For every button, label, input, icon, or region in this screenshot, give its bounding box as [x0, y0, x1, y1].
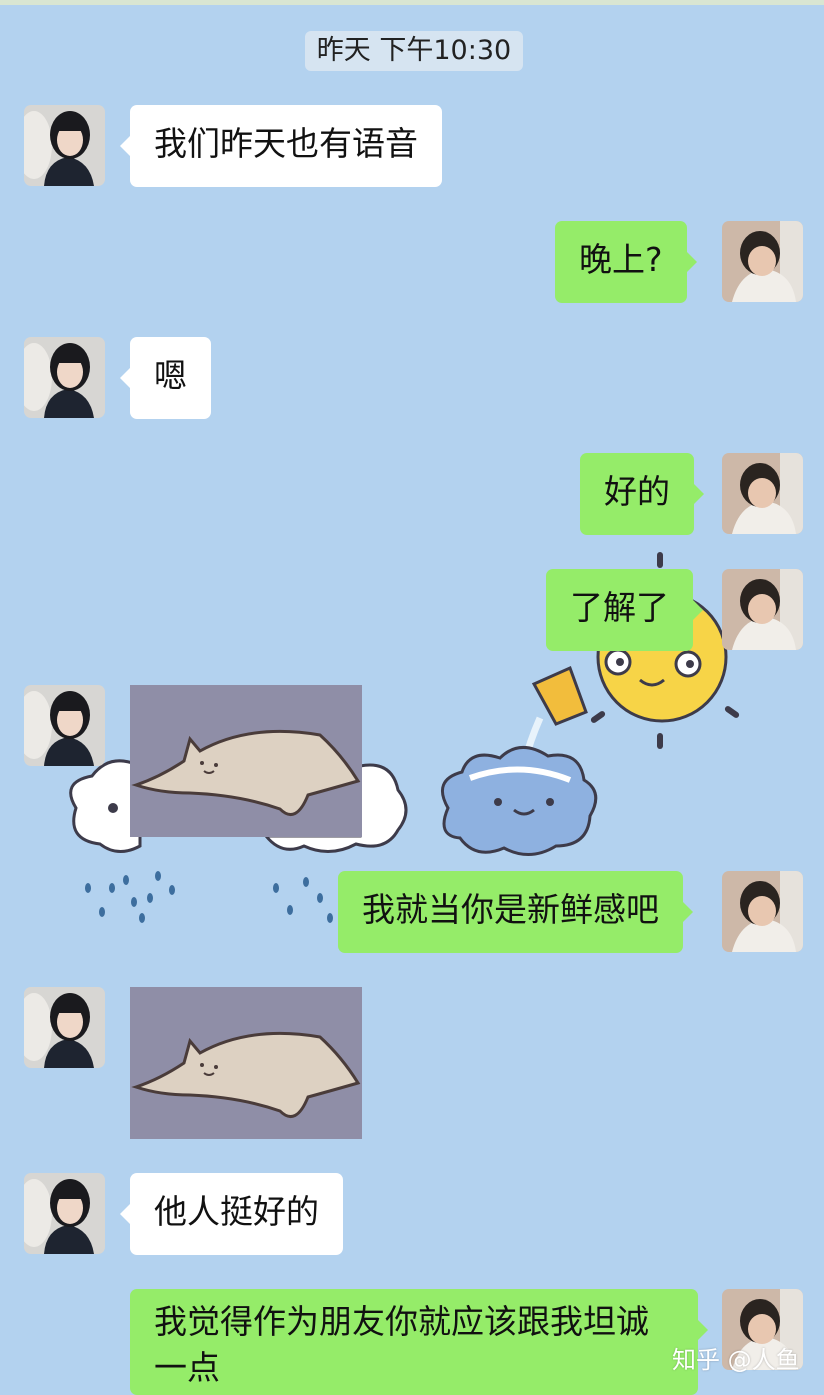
girl-avatar-icon: [24, 337, 105, 418]
message-bubble[interactable]: 我就当你是新鲜感吧: [338, 871, 693, 953]
message-bubble[interactable]: 我们昨天也有语音: [120, 105, 442, 187]
contact-avatar[interactable]: [24, 105, 105, 186]
message-timestamp: 昨天 下午10:30: [305, 31, 523, 71]
rain-drops-icon: [85, 871, 333, 923]
self-avatar[interactable]: [722, 221, 803, 302]
message-text: 我就当你是新鲜感吧: [362, 890, 659, 929]
sticker-message[interactable]: [130, 987, 362, 1139]
boy-avatar-icon: [722, 569, 803, 650]
blue-cloud-icon: [440, 746, 598, 856]
girl-avatar-icon: [24, 1173, 105, 1254]
message-text: 他人挺好的: [154, 1192, 319, 1231]
boy-avatar-icon: [722, 453, 803, 534]
girl-avatar-icon: [24, 987, 105, 1068]
message-text: 好的: [604, 472, 670, 511]
self-avatar[interactable]: [722, 569, 803, 650]
self-avatar[interactable]: [722, 871, 803, 952]
boy-avatar-icon: [722, 221, 803, 302]
watermark: 知乎 @人鱼: [672, 1346, 800, 1374]
girl-avatar-icon: [24, 685, 105, 766]
contact-avatar[interactable]: [24, 1173, 105, 1254]
contact-avatar[interactable]: [24, 337, 105, 418]
message-text: 了解了: [570, 588, 669, 627]
contact-avatar[interactable]: [24, 685, 105, 766]
cat-lying-sticker-icon: [130, 685, 362, 837]
contact-avatar[interactable]: [24, 987, 105, 1068]
message-bubble[interactable]: 嗯: [120, 337, 211, 419]
message-bubble[interactable]: 好的: [580, 453, 704, 535]
self-avatar[interactable]: [722, 453, 803, 534]
message-bubble[interactable]: 晚上?: [555, 221, 696, 303]
message-text: 我觉得作为朋友你就应该跟我坦诚一点: [154, 1302, 649, 1387]
message-bubble[interactable]: 我觉得作为朋友你就应该跟我坦诚一点: [130, 1289, 708, 1395]
message-text: 晚上?: [579, 240, 663, 279]
message-text: 嗯: [154, 356, 187, 395]
cat-lying-sticker-icon: [130, 987, 362, 1139]
girl-avatar-icon: [24, 105, 105, 186]
message-bubble[interactable]: 了解了: [546, 569, 703, 651]
sticker-message[interactable]: [130, 685, 362, 837]
message-bubble[interactable]: 他人挺好的: [120, 1173, 343, 1255]
message-text: 我们昨天也有语音: [154, 124, 418, 163]
wallpaper-illustration: [69, 552, 740, 923]
boy-avatar-icon: [722, 871, 803, 952]
